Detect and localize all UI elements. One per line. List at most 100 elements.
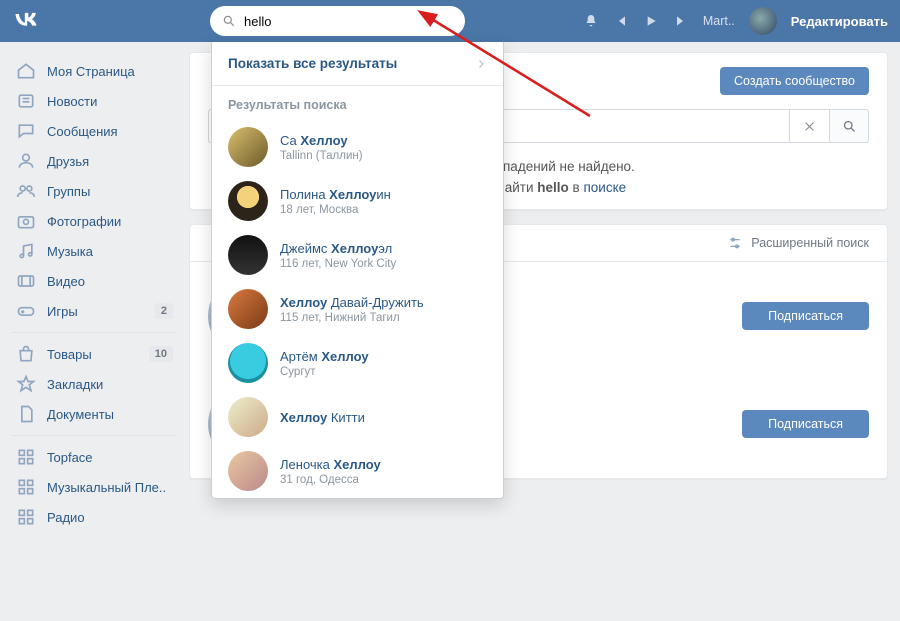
- nav-label: Музыка: [47, 244, 93, 259]
- nav-games[interactable]: Игры 2: [12, 296, 177, 326]
- search-icon: [842, 119, 857, 134]
- show-all-results[interactable]: Показать все результаты: [212, 42, 503, 86]
- global-search[interactable]: [210, 6, 465, 36]
- search-input[interactable]: [244, 14, 453, 29]
- subscribe-button[interactable]: Подписаться: [742, 410, 869, 438]
- badge: 2: [155, 303, 173, 319]
- nav-music[interactable]: Музыка: [12, 236, 177, 266]
- search-suggestion[interactable]: Артём Хеллоу Сургут: [212, 336, 503, 390]
- noresult-text: в: [569, 180, 584, 195]
- clear-button[interactable]: [789, 109, 829, 143]
- nav-label: Сообщения: [47, 124, 118, 139]
- search-suggestion[interactable]: Са Хеллоу Tallinn (Таллин): [212, 120, 503, 174]
- suggestion-location: 31 год, Одесса: [280, 474, 381, 486]
- separator: [12, 332, 177, 333]
- user-avatar: [228, 451, 268, 491]
- nav-bookmarks[interactable]: Закладки: [12, 369, 177, 399]
- filter-label: Расширенный поиск: [751, 236, 869, 250]
- gamepad-icon: [16, 301, 36, 321]
- user-avatar: [228, 343, 268, 383]
- suggestion-name: Са Хеллоу: [280, 133, 363, 148]
- app-icon: [16, 477, 36, 497]
- nav-label: Радио: [47, 510, 85, 525]
- nav-label: Фотографии: [47, 214, 121, 229]
- avatar[interactable]: [749, 7, 777, 35]
- vk-logo[interactable]: [12, 7, 40, 35]
- nav-radio[interactable]: Радио: [12, 502, 177, 532]
- app-header: Mart.. Редактировать: [0, 0, 900, 42]
- bell-icon[interactable]: [583, 13, 599, 29]
- chevron-right-icon: [475, 58, 487, 70]
- filter-icon: [727, 235, 743, 251]
- nav-label: Игры: [47, 304, 78, 319]
- nav-docs[interactable]: Документы: [12, 399, 177, 429]
- nav-market[interactable]: Товары10: [12, 339, 177, 369]
- nav-label: Закладки: [47, 377, 103, 392]
- star-icon: [16, 374, 36, 394]
- user-avatar: [228, 235, 268, 275]
- nav-my-page[interactable]: Моя Страница: [12, 56, 177, 86]
- nav-messages[interactable]: Сообщения: [12, 116, 177, 146]
- prev-icon[interactable]: [613, 13, 629, 29]
- users-icon: [16, 181, 36, 201]
- nav-topface[interactable]: Topface: [12, 442, 177, 472]
- search-button[interactable]: [829, 109, 869, 143]
- suggestion-name: Леночка Хеллоу: [280, 457, 381, 472]
- nav-video[interactable]: Видео: [12, 266, 177, 296]
- suggestion-name: Полина Хеллоуин: [280, 187, 391, 202]
- user-name[interactable]: Mart..: [703, 14, 735, 28]
- sidebar: Моя Страница Новости Сообщения Друзья Гр…: [12, 52, 177, 532]
- search-suggestion[interactable]: Хеллоу Китти: [212, 390, 503, 444]
- nav-news[interactable]: Новости: [12, 86, 177, 116]
- nav-label: Друзья: [47, 154, 89, 169]
- search-suggestion[interactable]: Леночка Хеллоу 31 год, Одесса: [212, 444, 503, 498]
- nav-label: Музыкальный Пле..: [47, 480, 166, 495]
- show-all-label: Показать все результаты: [228, 56, 397, 71]
- header-right: Mart.. Редактировать: [583, 7, 888, 35]
- user-icon: [16, 151, 36, 171]
- home-icon: [16, 61, 36, 81]
- suggestion-location: 115 лет, Нижний Тагил: [280, 312, 424, 324]
- user-avatar: [228, 127, 268, 167]
- subscribe-button[interactable]: Подписаться: [742, 302, 869, 330]
- suggestion-location: 116 лет, New York City: [280, 258, 396, 270]
- close-icon: [803, 120, 816, 133]
- video-icon: [16, 271, 36, 291]
- search-suggestion[interactable]: Полина Хеллоуин18 лет, Москва: [212, 174, 503, 228]
- user-avatar: [228, 289, 268, 329]
- search-link[interactable]: поиске: [583, 180, 626, 195]
- search-icon: [222, 14, 236, 28]
- music-icon: [16, 241, 36, 261]
- suggestion-name: Артём Хеллоу: [280, 349, 369, 364]
- nav-label: Видео: [47, 274, 85, 289]
- nav-label: Моя Страница: [47, 64, 135, 79]
- nav-musicplayer[interactable]: Музыкальный Пле..: [12, 472, 177, 502]
- nav-label: Topface: [47, 450, 93, 465]
- doc-icon: [16, 404, 36, 424]
- search-suggestion[interactable]: Джеймс Хеллоуэл 116 лет, New York City: [212, 228, 503, 282]
- search-suggestion[interactable]: Хеллоу Давай-Дружить115 лет, Нижний Таги…: [212, 282, 503, 336]
- bag-icon: [16, 344, 36, 364]
- separator: [12, 435, 177, 436]
- camera-icon: [16, 211, 36, 231]
- nav-label: Документы: [47, 407, 114, 422]
- nav-label: Группы: [47, 184, 90, 199]
- app-icon: [16, 507, 36, 527]
- suggestion-location: Tallinn (Таллин): [280, 150, 363, 162]
- suggestion-name: Джеймс Хеллоуэл: [280, 241, 396, 256]
- search-dropdown: Показать все результаты Результаты поиск…: [211, 42, 504, 499]
- badge: 10: [149, 346, 173, 362]
- edit-link[interactable]: Редактировать: [791, 14, 888, 29]
- nav-photos[interactable]: Фотографии: [12, 206, 177, 236]
- create-community-button[interactable]: Создать сообщество: [720, 67, 869, 95]
- nav-groups[interactable]: Группы: [12, 176, 177, 206]
- user-avatar: [228, 181, 268, 221]
- next-icon[interactable]: [673, 13, 689, 29]
- section-label: Результаты поиска: [212, 86, 503, 120]
- play-icon[interactable]: [643, 13, 659, 29]
- suggestion-location: Сургут: [280, 366, 369, 378]
- news-icon: [16, 91, 36, 111]
- user-avatar: [228, 397, 268, 437]
- app-icon: [16, 447, 36, 467]
- nav-friends[interactable]: Друзья: [12, 146, 177, 176]
